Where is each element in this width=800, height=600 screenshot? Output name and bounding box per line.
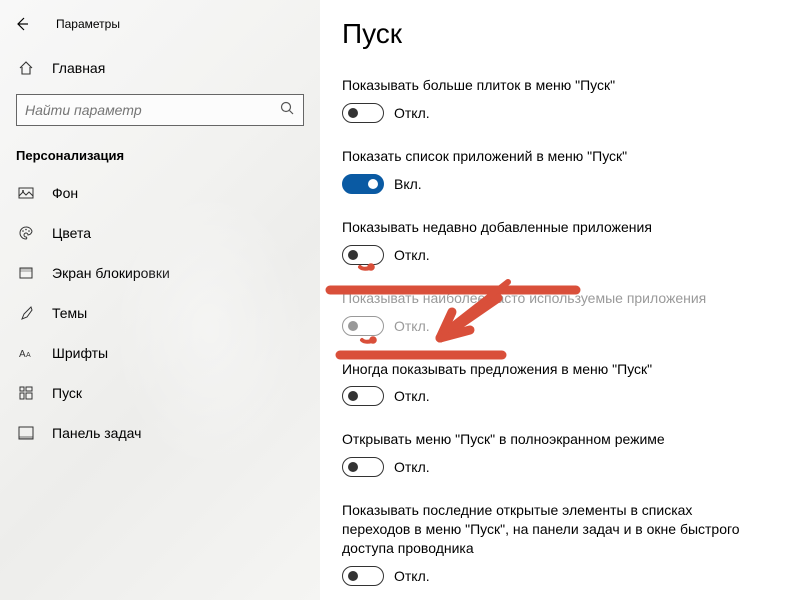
back-arrow-icon — [14, 16, 30, 32]
setting-label: Показывать последние открытые элементы в… — [342, 501, 762, 558]
toggle-row: Вкл. — [342, 174, 762, 194]
main-content: Пуск Показывать больше плиток в меню "Пу… — [320, 0, 800, 600]
setting-label: Показать список приложений в меню "Пуск" — [342, 147, 762, 166]
toggle-switch[interactable] — [342, 386, 384, 406]
sidebar-item-start[interactable]: Пуск — [0, 373, 320, 413]
toggle-switch[interactable] — [342, 174, 384, 194]
lockscreen-icon — [16, 265, 36, 281]
toggle-state-label: Откл. — [394, 105, 430, 121]
setting-item: Открывать меню "Пуск" в полноэкранном ре… — [342, 430, 762, 477]
toggle-switch[interactable] — [342, 103, 384, 123]
setting-label: Показывать недавно добавленные приложени… — [342, 218, 762, 237]
svg-text:A: A — [26, 352, 31, 359]
sidebar-item-label: Шрифты — [36, 345, 108, 361]
sidebar-item-label: Пуск — [36, 385, 82, 401]
toggle-state-label: Откл. — [394, 388, 430, 404]
setting-item: Показывать больше плиток в меню "Пуск" От… — [342, 76, 762, 123]
toggle-row: Откл. — [342, 386, 762, 406]
sidebar-item-colors[interactable]: Цвета — [0, 213, 320, 253]
setting-label: Показывать наиболее часто используемые п… — [342, 289, 762, 308]
fonts-icon: AA — [16, 345, 36, 361]
sidebar-item-label: Цвета — [36, 225, 91, 241]
toggle-state-label: Откл. — [394, 568, 430, 584]
search-icon — [279, 100, 295, 121]
sidebar-item-background[interactable]: Фон — [0, 173, 320, 213]
page-title: Пуск — [342, 18, 800, 50]
start-icon — [16, 385, 36, 401]
setting-label: Показывать больше плиток в меню "Пуск" — [342, 76, 762, 95]
toggle-switch[interactable] — [342, 566, 384, 586]
toggle-row: Откл. — [342, 316, 762, 336]
brush-icon — [16, 305, 36, 321]
setting-item: Показывать последние открытые элементы в… — [342, 501, 762, 586]
section-label: Персонализация — [0, 126, 320, 173]
toggle-state-label: Откл. — [394, 247, 430, 263]
setting-label: Открывать меню "Пуск" в полноэкранном ре… — [342, 430, 762, 449]
sidebar-item-fonts[interactable]: AA Шрифты — [0, 333, 320, 373]
sidebar: Параметры Главная Персонализация Фон Цве… — [0, 0, 320, 600]
home-item[interactable]: Главная — [0, 40, 320, 88]
search-box[interactable] — [16, 94, 304, 126]
window-title: Параметры — [44, 17, 120, 31]
toggle-row: Откл. — [342, 245, 762, 265]
picture-icon — [16, 185, 36, 201]
setting-item: Показывать недавно добавленные приложени… — [342, 218, 762, 265]
setting-item: Показать список приложений в меню "Пуск"… — [342, 147, 762, 194]
sidebar-item-themes[interactable]: Темы — [0, 293, 320, 333]
toggle-row: Откл. — [342, 457, 762, 477]
home-icon — [16, 60, 36, 76]
toggle-row: Откл. — [342, 103, 762, 123]
setting-item: Иногда показывать предложения в меню "Пу… — [342, 360, 762, 407]
sidebar-item-lockscreen[interactable]: Экран блокировки — [0, 253, 320, 293]
toggle-switch[interactable] — [342, 457, 384, 477]
toggle-state-label: Откл. — [394, 459, 430, 475]
search-input[interactable] — [25, 102, 279, 118]
toggle-row: Откл. — [342, 566, 762, 586]
sidebar-item-label: Темы — [36, 305, 87, 321]
setting-label: Иногда показывать предложения в меню "Пу… — [342, 360, 762, 379]
sidebar-item-taskbar[interactable]: Панель задач — [0, 413, 320, 453]
header: Параметры — [0, 0, 320, 40]
home-label: Главная — [36, 60, 105, 76]
setting-item: Показывать наиболее часто используемые п… — [342, 289, 762, 336]
sidebar-item-label: Фон — [36, 185, 78, 201]
palette-icon — [16, 225, 36, 241]
toggle-switch[interactable] — [342, 245, 384, 265]
svg-text:A: A — [19, 349, 26, 360]
toggle-state-label: Откл. — [394, 318, 430, 334]
toggle-switch — [342, 316, 384, 336]
sidebar-item-label: Экран блокировки — [36, 265, 170, 281]
sidebar-item-label: Панель задач — [36, 425, 141, 441]
back-button[interactable] — [0, 8, 44, 40]
taskbar-icon — [16, 425, 36, 441]
toggle-state-label: Вкл. — [394, 176, 422, 192]
